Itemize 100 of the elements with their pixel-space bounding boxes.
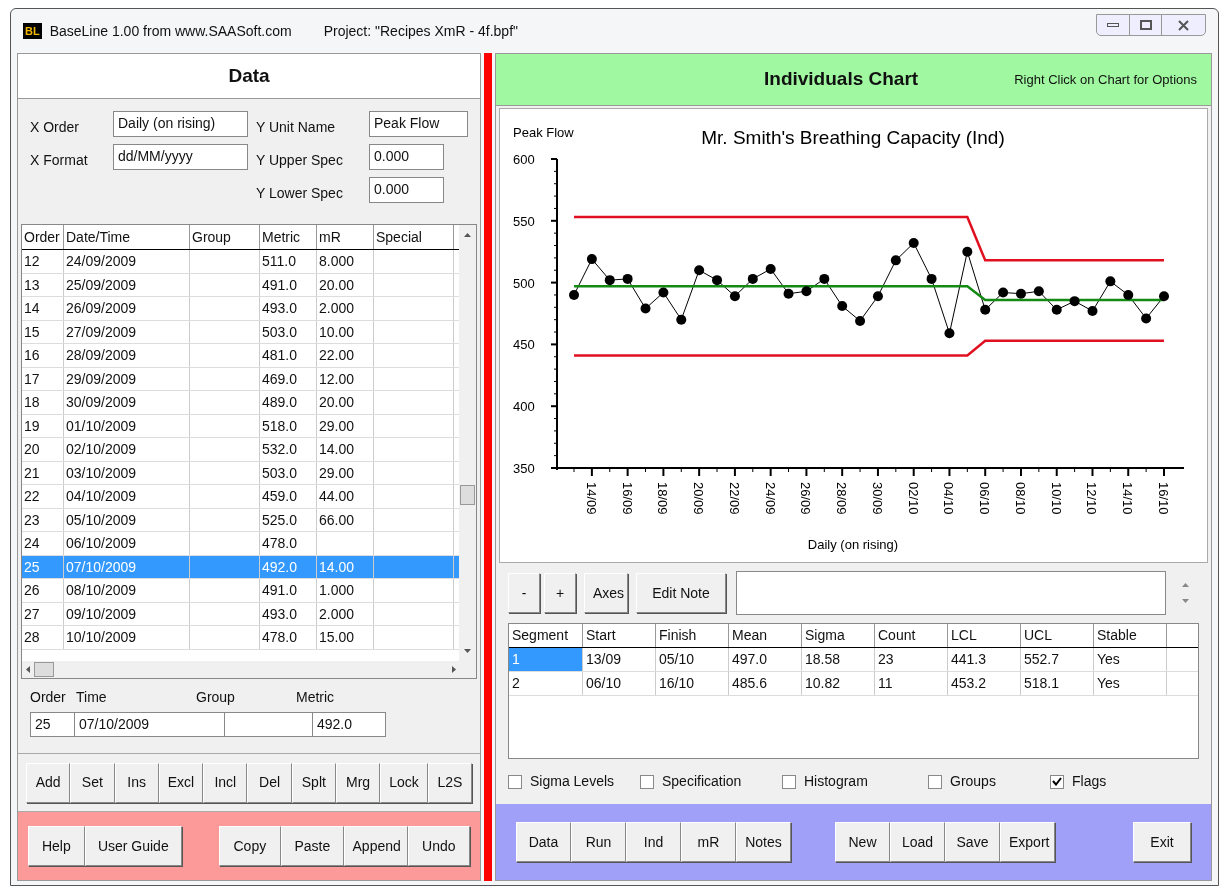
table-cell[interactable]: 13/09	[583, 648, 656, 671]
table-cell[interactable]: 441.3	[948, 648, 1021, 671]
scroll-thumb[interactable]	[34, 662, 54, 677]
checkbox[interactable]	[640, 774, 654, 789]
table-cell[interactable]: Yes	[1094, 648, 1167, 671]
table-cell[interactable]: 16/10	[656, 672, 729, 695]
table-row[interactable]: 23 05/10/2009 525.0 66.00	[22, 508, 459, 532]
button[interactable]: Help	[28, 826, 85, 866]
button[interactable]: Ins	[114, 762, 159, 803]
button[interactable]: Append	[343, 826, 408, 866]
column-header[interactable]: Mean	[729, 624, 802, 647]
button[interactable]: Load	[890, 822, 945, 862]
table-row[interactable]: 16 28/09/2009 481.0 22.00	[22, 344, 459, 368]
column-header[interactable]: Special	[374, 225, 454, 249]
table-row[interactable]: 17 29/09/2009 469.0 12.00	[22, 367, 459, 391]
column-header[interactable]: LCL	[948, 624, 1021, 647]
button[interactable]: Paste	[281, 826, 344, 866]
input-field[interactable]: Peak Flow	[369, 111, 468, 137]
table-row[interactable]: 21 03/10/2009 503.0 29.00	[22, 461, 459, 485]
table-row[interactable]: 26 08/10/2009 491.0 1.000	[22, 579, 459, 603]
column-header[interactable]: Sigma	[802, 624, 875, 647]
button[interactable]: Axes	[584, 573, 628, 613]
scroll-down-icon[interactable]	[464, 649, 471, 653]
data-point	[586, 254, 597, 265]
input-field[interactable]: dd/MM/yyyy	[113, 144, 248, 170]
column-header[interactable]: Finish	[656, 624, 729, 647]
button[interactable]: Run	[571, 822, 626, 862]
input-field[interactable]: Daily (on rising)	[113, 111, 248, 137]
button[interactable]: mR	[681, 822, 736, 862]
button[interactable]: New	[835, 822, 890, 862]
table-cell[interactable]: 2	[509, 672, 583, 695]
table-row[interactable]: 12 24/09/2009 511.0 8.000	[22, 250, 459, 274]
button[interactable]: Mrg	[335, 762, 381, 803]
column-header[interactable]: mR	[317, 225, 374, 249]
table-row[interactable]: 15 27/09/2009 503.0 10.00	[22, 320, 459, 344]
scroll-right-icon[interactable]	[452, 666, 456, 673]
button[interactable]: Set	[70, 762, 115, 803]
scroll-down-icon[interactable]	[1182, 599, 1189, 603]
table-row[interactable]: 24 06/10/2009 478.0	[22, 532, 459, 556]
column-header[interactable]: Segment	[509, 624, 583, 647]
input-field[interactable]: 0.000	[369, 144, 444, 170]
column-header[interactable]: Order	[22, 225, 64, 249]
column-header[interactable]: Metric	[260, 225, 317, 249]
table-cell[interactable]: 23	[875, 648, 948, 671]
table-cell[interactable]: 497.0	[729, 648, 802, 671]
checkbox[interactable]	[1050, 774, 1064, 789]
table-cell[interactable]: 11	[875, 672, 948, 695]
button[interactable]: Ind	[626, 822, 681, 862]
button[interactable]: Notes	[736, 822, 791, 862]
input-field[interactable]: 0.000	[369, 177, 444, 203]
scroll-thumb[interactable]	[460, 485, 475, 505]
button[interactable]: Undo	[407, 826, 470, 866]
checkbox[interactable]	[928, 774, 942, 789]
scroll-left-icon[interactable]	[26, 666, 30, 673]
column-header[interactable]: Start	[583, 624, 656, 647]
button[interactable]: Edit Note	[636, 573, 726, 613]
button[interactable]: Exit	[1133, 822, 1191, 862]
table-cell[interactable]: 518.1	[1021, 672, 1094, 695]
button[interactable]: Save	[945, 822, 1000, 862]
button[interactable]: Excl	[158, 762, 204, 803]
table-row[interactable]: 13 25/09/2009 491.0 20.00	[22, 273, 459, 297]
table-cell: 04/10/2009	[66, 488, 137, 504]
button[interactable]: L2S	[427, 762, 473, 803]
table-row[interactable]: 27 09/10/2009 493.0 2.000	[22, 602, 459, 626]
checkbox[interactable]	[782, 774, 796, 789]
button[interactable]: Del	[247, 762, 292, 803]
column-header[interactable]: Stable	[1094, 624, 1167, 647]
table-row[interactable]: 18 30/09/2009 489.0 20.00	[22, 391, 459, 415]
button[interactable]: Copy	[218, 826, 282, 866]
table-cell[interactable]: 06/10	[583, 672, 656, 695]
table-row[interactable]: 14 26/09/2009 493.0 2.000	[22, 297, 459, 321]
close-icon[interactable]	[1178, 19, 1189, 31]
column-header[interactable]: Count	[875, 624, 948, 647]
button[interactable]: Data	[516, 822, 571, 862]
column-header[interactable]: Group	[190, 225, 260, 249]
table-cell[interactable]: 453.2	[948, 672, 1021, 695]
button[interactable]: Export	[1000, 822, 1055, 862]
button[interactable]: -	[508, 573, 540, 613]
table-cell[interactable]: Yes	[1094, 672, 1167, 695]
table-cell[interactable]: 552.7	[1021, 648, 1094, 671]
button[interactable]: Add	[26, 762, 71, 803]
table-cell[interactable]: 18.58	[802, 648, 875, 671]
column-header[interactable]: Date/Time	[64, 225, 190, 249]
scroll-up-icon[interactable]	[464, 233, 471, 237]
table-cell[interactable]: 05/10	[656, 648, 729, 671]
button[interactable]: User Guide	[84, 826, 182, 866]
table-row[interactable]: 20 02/10/2009 532.0 14.00	[22, 438, 459, 462]
button[interactable]: Lock	[380, 762, 428, 803]
button[interactable]: Incl	[203, 762, 248, 803]
checkbox[interactable]	[508, 774, 522, 789]
table-row[interactable]: 22 04/10/2009 459.0 44.00	[22, 485, 459, 509]
button[interactable]: +	[544, 573, 576, 613]
scroll-up-icon[interactable]	[1182, 583, 1189, 587]
column-header[interactable]: UCL	[1021, 624, 1094, 647]
table-cell[interactable]: 10.82	[802, 672, 875, 695]
note-field[interactable]	[736, 571, 1166, 615]
table-row[interactable]: 19 01/10/2009 518.0 29.00	[22, 414, 459, 438]
table-cell[interactable]: 485.6	[729, 672, 802, 695]
button[interactable]: Splt	[291, 762, 336, 803]
table-row[interactable]: 28 10/10/2009 478.0 15.00	[22, 626, 459, 650]
